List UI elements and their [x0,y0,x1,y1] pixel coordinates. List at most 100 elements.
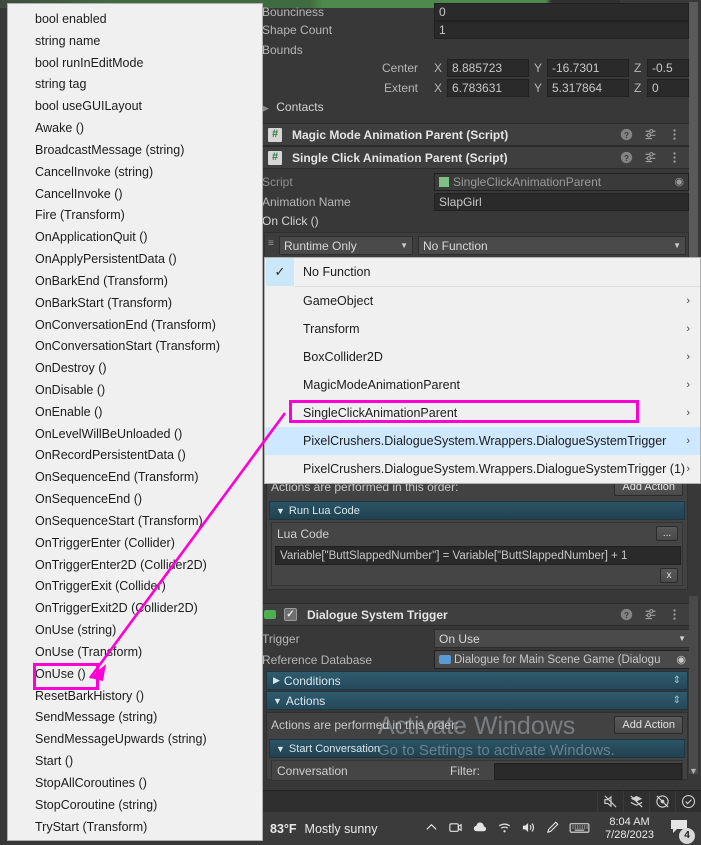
extent-y-field[interactable]: 5.317864 [547,79,629,97]
kebab-menu-icon[interactable] [668,128,681,141]
taskbar-time[interactable]: 8:04 AM [605,816,654,829]
help-icon[interactable]: ? [620,608,633,621]
notification-center-button[interactable]: 4 [669,818,695,844]
settings-updown-icon[interactable]: ⇕ [673,675,687,686]
center-x-field[interactable]: 8.885723 [447,59,529,77]
onedrive-cloud-icon[interactable] [472,820,488,838]
preset-sliders-icon[interactable] [644,608,657,621]
run-lua-code-foldout[interactable]: ▼ Run Lua Code [269,501,685,520]
remove-action-button[interactable]: x [660,568,678,583]
scroll-down-arrow-icon[interactable]: ▼ [688,766,699,778]
method-menu-item[interactable]: string tag [8,73,262,95]
component-header-single-click[interactable]: # Single Click Animation Parent (Script)… [262,146,691,169]
wifi-icon[interactable] [497,820,512,838]
method-menu-item[interactable]: OnUse (Transform) [8,641,262,663]
filter-input[interactable] [494,763,682,780]
method-menu-item[interactable]: CancelInvoke () [8,183,262,205]
method-menu-item[interactable]: OnTriggerEnter (Collider) [8,532,262,554]
method-menu-item[interactable]: OnTriggerExit (Collider) [8,576,262,598]
help-icon[interactable]: ? [620,151,633,164]
function-menu-item[interactable]: Transform › [265,315,700,343]
kebab-menu-icon[interactable] [668,151,681,164]
method-menu-item[interactable]: bool runInEditMode [8,52,262,74]
method-menu-item[interactable]: OnEnable () [8,401,262,423]
taskbar-date[interactable]: 7/28/2023 [605,829,654,842]
function-menu-item[interactable]: MagicModeAnimationParent › [265,371,700,399]
method-menu-item[interactable]: Start () [8,750,262,772]
animation-name-input[interactable]: SlapGirl [434,193,689,211]
method-menu-item[interactable]: SendMessage (string) [8,707,262,729]
add-action-button[interactable]: Add Action [614,716,683,734]
method-menu-item[interactable]: Awake () [8,117,262,139]
method-menu-item[interactable]: StopCoroutine (string) [8,794,262,816]
keyboard-icon[interactable] [569,820,590,838]
method-menu-item[interactable]: OnSequenceStart (Transform) [8,510,262,532]
method-menu-item[interactable]: OnConversationEnd (Transform) [8,314,262,336]
method-menu-item[interactable]: OnLevelWillBeUnloaded () [8,423,262,445]
method-menu-item[interactable]: TryStart (Transform) [8,816,262,838]
function-menu-item[interactable]: ✓ No Function [265,258,700,286]
kebab-menu-icon[interactable] [668,608,681,621]
extent-z-field[interactable]: 0 [647,79,689,97]
component-header-dialogue-system-trigger[interactable]: ✓ Dialogue System Trigger ? [262,603,691,626]
function-dropdown[interactable]: No Function ▼ [418,236,686,255]
lua-code-input[interactable]: Variable["ButtSlappedNumber"] = Variable… [275,546,681,565]
camera-icon[interactable] [448,820,463,838]
lua-code-ellipsis-button[interactable]: ... [656,526,678,541]
volume-icon[interactable] [521,820,536,838]
bounciness-field[interactable]: 0 [434,3,689,21]
trigger-dropdown[interactable]: On Use ▼ [434,629,691,648]
method-menu-item[interactable]: OnApplicationQuit () [8,226,262,248]
method-menu-item[interactable]: SendMessageUpwards (string) [8,728,262,750]
component-header-magic-mode[interactable]: # Magic Mode Animation Parent (Script) ? [262,123,691,146]
runtime-mode-dropdown[interactable]: Runtime Only ▼ [279,236,413,255]
method-menu-item[interactable]: OnConversationStart (Transform) [8,335,262,357]
method-menu-item[interactable]: BroadcastMessage (string) [8,139,262,161]
center-y-field[interactable]: -16.7301 [547,59,629,77]
method-menu-item[interactable]: string name [8,30,262,52]
method-menu-item[interactable]: OnTriggerEnter2D (Collider2D) [8,554,262,576]
object-picker-icon[interactable]: ◉ [676,652,686,668]
preset-sliders-icon[interactable] [644,151,657,164]
taskbar-weather[interactable]: Mostly sunny [305,822,378,836]
object-picker-icon[interactable]: ◉ [674,174,684,190]
method-menu-item[interactable]: OnUse (string) [8,619,262,641]
actions-foldout-dialogue[interactable]: ▼ Actions ⇕ [266,691,688,710]
extent-x-field[interactable]: 6.783631 [447,79,529,97]
method-menu-item[interactable]: OnSequenceEnd (Transform) [8,466,262,488]
method-menu-item[interactable]: OnDestroy () [8,357,262,379]
settings-updown-icon[interactable]: ⇕ [673,695,687,706]
inspector-scrollbar-track[interactable] [689,596,698,774]
ok-check-icon[interactable] [675,790,701,813]
center-z-field[interactable]: -0.5 [647,59,689,77]
method-menu-item[interactable]: OnApplyPersistentData () [8,248,262,270]
method-menu-item[interactable]: bool enabled [8,8,262,30]
function-menu-item[interactable]: PixelCrushers.DialogueSystem.Wrappers.Di… [265,427,700,455]
function-menu-item[interactable]: BoxCollider2D › [265,343,700,371]
method-selection-menu[interactable]: bool enabled string name bool runInEditMod… [7,3,263,841]
mute-audio-icon[interactable] [597,790,623,813]
chevron-up-icon[interactable] [424,820,439,838]
conditions-foldout[interactable]: ▶ Conditions ⇕ [266,671,688,690]
method-menu-item[interactable]: OnBarkEnd (Transform) [8,270,262,292]
method-menu-item[interactable]: OnBarkStart (Transform) [8,292,262,314]
preset-sliders-icon[interactable] [644,128,657,141]
function-menu-item[interactable]: GameObject › [265,287,700,315]
help-icon[interactable]: ? [620,128,633,141]
method-menu-item[interactable]: OnSequenceEnd () [8,488,262,510]
method-menu-item[interactable]: StopAllCoroutines () [8,772,262,794]
reference-database-field[interactable]: Dialogue for Main Scene Game (Dialogu ◉ [434,650,691,669]
method-menu-item[interactable]: bool useGUILayout [8,95,262,117]
method-menu-item[interactable]: OnRecordPersistentData () [8,445,262,467]
method-menu-item[interactable]: OnTriggerExit2D (Collider2D) [8,597,262,619]
script-object-field[interactable]: SingleClickAnimationParent ◉ [434,173,689,191]
function-menu-item[interactable]: PixelCrushers.DialogueSystem.Wrappers.Di… [265,455,700,483]
component-enabled-checkbox[interactable]: ✓ [284,608,297,621]
method-menu-item[interactable]: OnDisable () [8,379,262,401]
shape-count-field[interactable]: 1 [434,21,689,39]
layers-off-icon[interactable] [623,790,649,813]
gizmos-off-icon[interactable] [649,790,675,813]
method-menu-item[interactable]: CancelInvoke (string) [8,161,262,183]
drag-handle-icon[interactable]: ≡ [268,238,274,249]
contacts-foldout[interactable]: ▶ Contacts [262,97,324,117]
